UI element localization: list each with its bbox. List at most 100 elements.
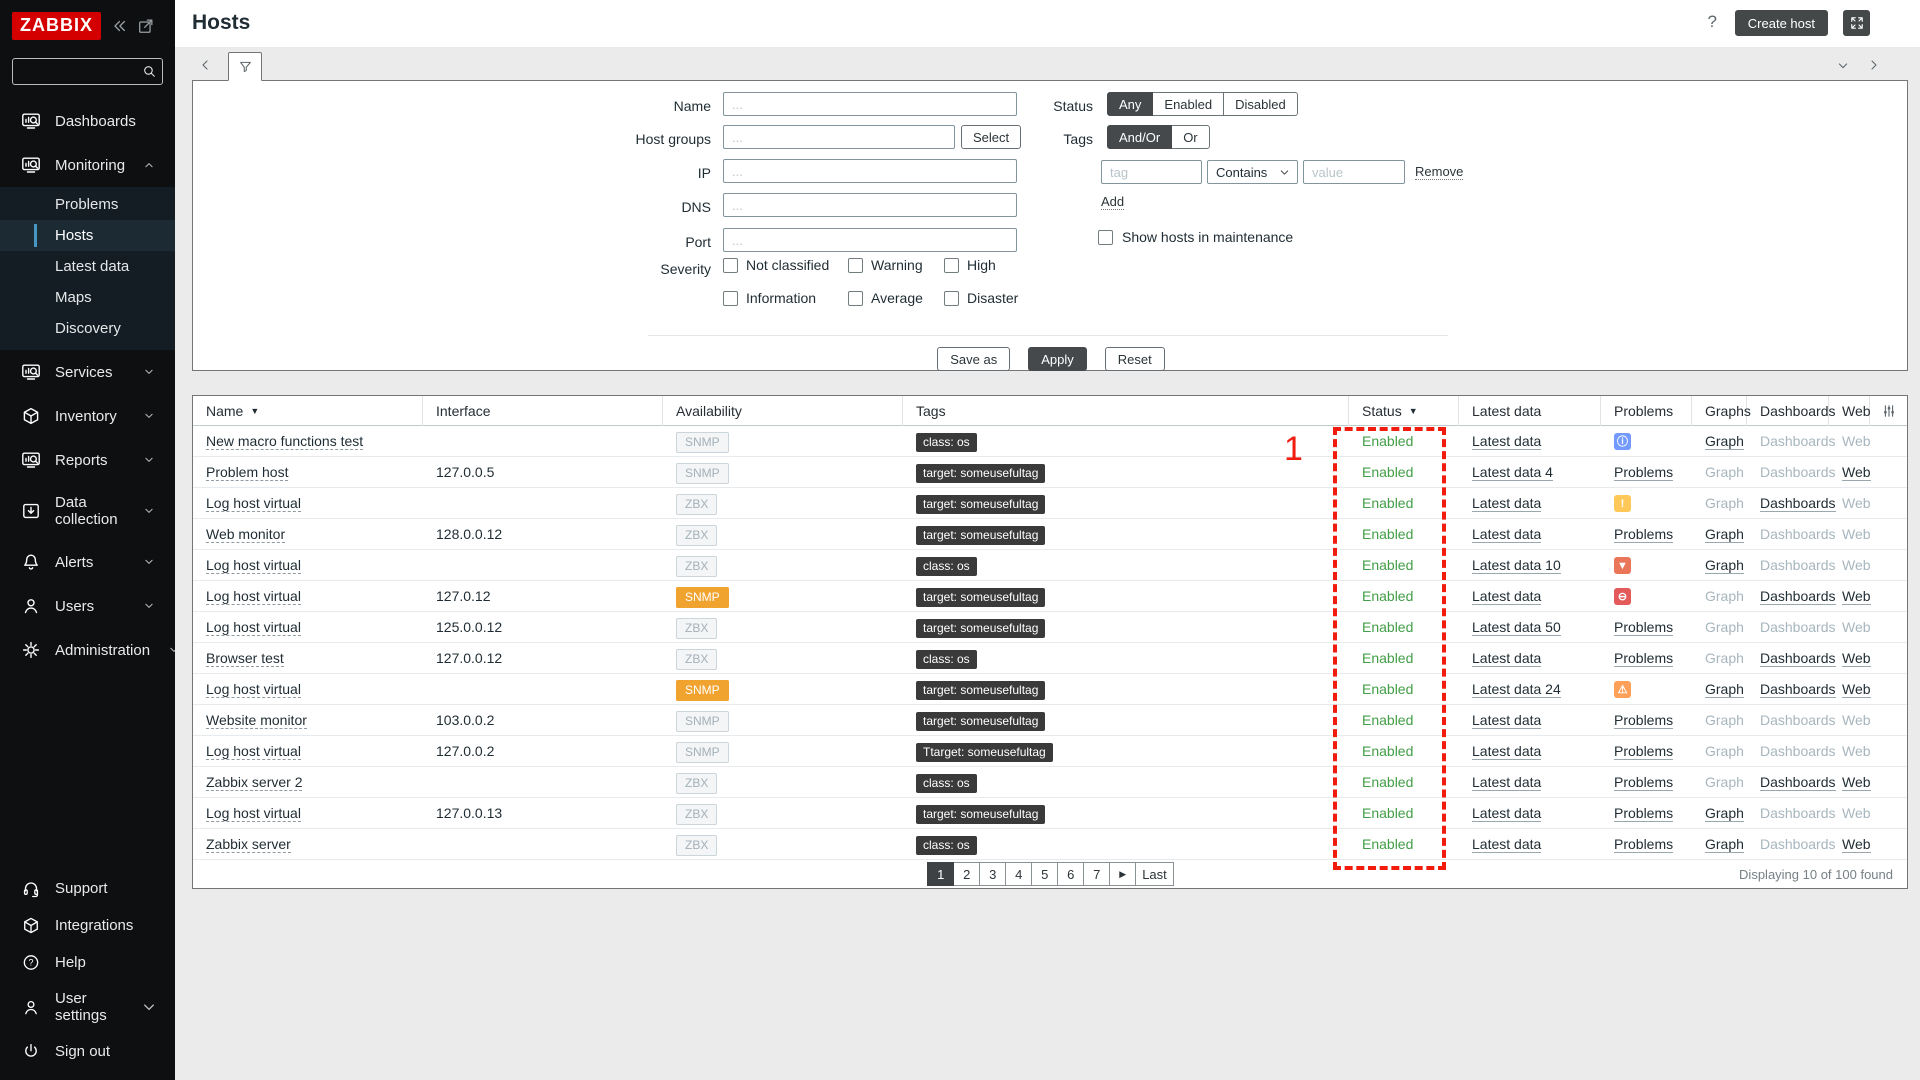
status-option-enabled[interactable]: Enabled [1152, 92, 1224, 116]
host-name-link[interactable]: Browser test [206, 650, 284, 667]
web-link[interactable]: Web [1842, 774, 1871, 791]
host-name-link[interactable]: Web monitor [206, 526, 285, 543]
sidebar-item-monitoring[interactable]: Monitoring [0, 143, 175, 187]
tag-add-link[interactable]: Add [1101, 194, 1124, 210]
page-button-4[interactable]: 4 [1005, 862, 1032, 886]
latest-data-link[interactable]: Latest data 50 [1472, 619, 1561, 636]
save-as-button[interactable]: Save as [937, 347, 1010, 371]
next-page-button[interactable]: ▶ [1109, 862, 1136, 886]
latest-data-link[interactable]: Latest data 10 [1472, 557, 1561, 574]
checkbox[interactable] [723, 258, 738, 273]
latest-data-link[interactable]: Latest data [1472, 712, 1541, 729]
maintenance-checkbox-row[interactable]: Show hosts in maintenance [1098, 229, 1293, 245]
host-name-link[interactable]: New macro functions test [206, 433, 363, 450]
graph-link[interactable]: Graph [1705, 433, 1744, 450]
host-groups-filter-input[interactable] [723, 125, 955, 149]
latest-data-link[interactable]: Latest data [1472, 743, 1541, 760]
kiosk-mode-button[interactable] [1843, 10, 1870, 36]
web-link[interactable]: Web [1842, 588, 1871, 605]
filter-next-arrow-icon[interactable] [1866, 57, 1882, 73]
problems-link[interactable]: Problems [1614, 464, 1673, 481]
tag-operator-and-or[interactable]: And/Or [1107, 125, 1172, 149]
popout-sidebar-icon[interactable] [137, 17, 155, 35]
problem-severity-icon-high[interactable]: ▼ [1614, 557, 1631, 574]
sidebar-subitem-latest-data[interactable]: Latest data [0, 251, 175, 282]
checkbox[interactable] [723, 291, 738, 306]
sidebar-item-sign-out[interactable]: Sign out [0, 1033, 175, 1070]
host-name-link[interactable]: Log host virtual [206, 588, 301, 605]
sidebar-item-users[interactable]: Users [0, 584, 175, 628]
latest-data-link[interactable]: Latest data [1472, 433, 1541, 450]
status-option-any[interactable]: Any [1107, 92, 1153, 116]
page-button-7[interactable]: 7 [1083, 862, 1110, 886]
filter-collapse-icon[interactable] [1835, 58, 1851, 74]
create-host-button[interactable]: Create host [1735, 10, 1828, 36]
sidebar-item-integrations[interactable]: Integrations [0, 907, 175, 944]
dashboards-link[interactable]: Dashboards [1760, 774, 1836, 791]
problem-severity-icon-warning[interactable]: ! [1614, 495, 1631, 512]
page-button-6[interactable]: 6 [1057, 862, 1084, 886]
web-link[interactable]: Web [1842, 650, 1871, 667]
sidebar-item-alerts[interactable]: Alerts [0, 540, 175, 584]
dns-filter-input[interactable] [723, 193, 1017, 217]
graph-link[interactable]: Graph [1705, 836, 1744, 853]
web-link[interactable]: Web [1842, 836, 1871, 853]
maintenance-checkbox[interactable] [1098, 230, 1113, 245]
problems-link[interactable]: Problems [1614, 743, 1673, 760]
web-link[interactable]: Web [1842, 464, 1871, 481]
problems-link[interactable]: Problems [1614, 805, 1673, 822]
checkbox[interactable] [944, 258, 959, 273]
sidebar-item-help[interactable]: ?Help [0, 944, 175, 981]
column-header-name[interactable]: Name▼ [193, 396, 423, 426]
dashboards-link[interactable]: Dashboards [1760, 650, 1836, 667]
checkbox[interactable] [848, 258, 863, 273]
ip-filter-input[interactable] [723, 159, 1017, 183]
host-name-link[interactable]: Log host virtual [206, 495, 301, 512]
host-name-link[interactable]: Log host virtual [206, 743, 301, 760]
sidebar-item-dashboards[interactable]: Dashboards [0, 99, 175, 143]
problems-link[interactable]: Problems [1614, 526, 1673, 543]
dashboards-link[interactable]: Dashboards [1760, 588, 1836, 605]
host-name-link[interactable]: Website monitor [206, 712, 307, 729]
tag-match-select[interactable]: Contains [1207, 160, 1298, 184]
checkbox[interactable] [848, 291, 863, 306]
graph-link[interactable]: Graph [1705, 805, 1744, 822]
dashboards-link[interactable]: Dashboards [1760, 681, 1836, 698]
host-name-link[interactable]: Log host virtual [206, 619, 301, 636]
sidebar-item-services[interactable]: Services [0, 350, 175, 394]
latest-data-link[interactable]: Latest data 24 [1472, 681, 1561, 698]
page-button-5[interactable]: 5 [1031, 862, 1058, 886]
latest-data-link[interactable]: Latest data [1472, 526, 1541, 543]
help-icon[interactable]: ? [1708, 12, 1717, 32]
host-name-link[interactable]: Problem host [206, 464, 288, 481]
filter-tab[interactable] [228, 52, 262, 81]
severity-option-average[interactable]: Average [848, 290, 944, 306]
filter-prev-arrow-icon[interactable] [197, 57, 213, 73]
sidebar-item-inventory[interactable]: Inventory [0, 394, 175, 438]
sidebar-item-data-collection[interactable]: Data collection [0, 482, 175, 540]
problems-link[interactable]: Problems [1614, 650, 1673, 667]
problem-severity-icon-average[interactable]: ⚠ [1614, 681, 1631, 698]
problems-link[interactable]: Problems [1614, 836, 1673, 853]
tag-name-input[interactable] [1101, 160, 1202, 184]
collapse-sidebar-icon[interactable] [110, 17, 128, 35]
web-link[interactable]: Web [1842, 681, 1871, 698]
tag-operator-or[interactable]: Or [1171, 125, 1209, 149]
graph-link[interactable]: Graph [1705, 681, 1744, 698]
sidebar-subitem-problems[interactable]: Problems [0, 189, 175, 220]
last-page-button[interactable]: Last [1135, 862, 1174, 886]
problem-severity-icon-disaster[interactable]: ⊖ [1614, 588, 1631, 605]
sidebar-subitem-discovery[interactable]: Discovery [0, 313, 175, 344]
severity-option-high[interactable]: High [944, 257, 1054, 273]
host-name-link[interactable]: Log host virtual [206, 805, 301, 822]
graph-link[interactable]: Graph [1705, 557, 1744, 574]
sidebar-item-support[interactable]: Support [0, 870, 175, 907]
page-button-1[interactable]: 1 [927, 862, 954, 886]
latest-data-link[interactable]: Latest data [1472, 650, 1541, 667]
latest-data-link[interactable]: Latest data [1472, 805, 1541, 822]
host-name-link[interactable]: Log host virtual [206, 557, 301, 574]
problems-link[interactable]: Problems [1614, 619, 1673, 636]
sidebar-item-reports[interactable]: Reports [0, 438, 175, 482]
port-filter-input[interactable] [723, 228, 1017, 252]
severity-option-not-classified[interactable]: Not classified [723, 257, 848, 273]
